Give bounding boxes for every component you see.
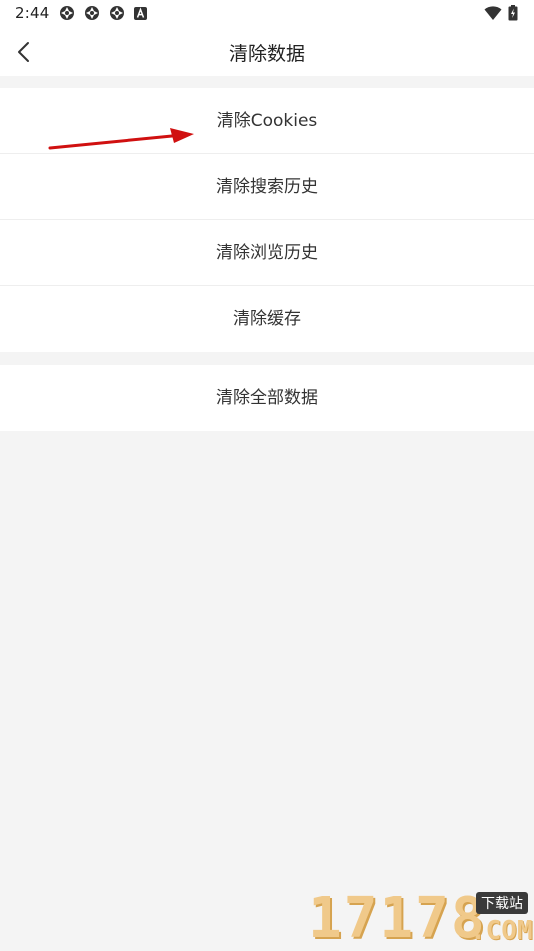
battery-icon	[508, 5, 518, 21]
status-bar: 2:44	[0, 0, 534, 28]
clear-browsing-history-button[interactable]: 清除浏览历史	[0, 220, 534, 286]
watermark-com: .COM	[470, 916, 533, 946]
app-notification-icon	[60, 6, 74, 20]
clear-cache-button[interactable]: 清除缓存	[0, 286, 534, 352]
watermark-badge: 下载站	[476, 892, 528, 914]
status-time: 2:44	[15, 4, 50, 22]
wifi-icon	[484, 6, 502, 20]
watermark-digits: 17178	[308, 886, 487, 951]
clear-all-data-button[interactable]: 清除全部数据	[0, 365, 534, 431]
clear-all-group: 清除全部数据	[0, 365, 534, 431]
red-arrow-annotation	[48, 128, 194, 150]
app-notification-icon	[110, 6, 124, 20]
page-title: 清除数据	[228, 43, 305, 65]
clear-search-history-button[interactable]: 清除搜索历史	[0, 154, 534, 220]
title-bar: 清除数据	[0, 28, 534, 76]
watermark-logo: 17178 下载站 .COM	[308, 884, 534, 951]
app-notification-icon	[85, 6, 99, 20]
a-badge-icon	[134, 7, 147, 20]
